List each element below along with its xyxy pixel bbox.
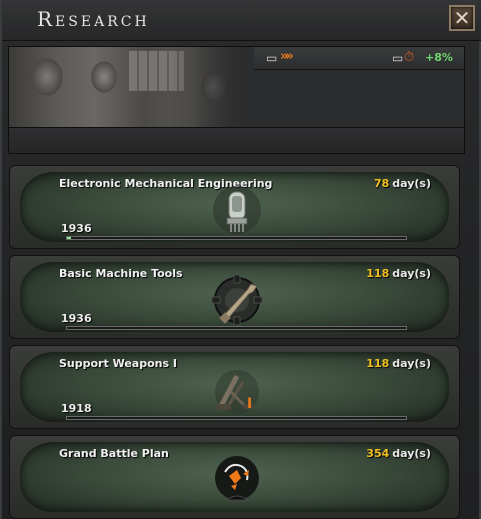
research-header-image [9, 47, 254, 127]
research-panel: Research ✕ ▭ »» ▭ ⏱ +8% Electronic Mecha… [0, 0, 481, 519]
svg-text:I: I [247, 396, 252, 412]
research-slot-name: Basic Machine Tools [59, 267, 183, 280]
research-slot-year: 1918 [61, 402, 92, 415]
title-bar: Research ✕ [2, 0, 481, 41]
research-slot-name: Support Weapons I [59, 357, 177, 370]
research-header: ▭ »» ▭ ⏱ +8% [8, 46, 465, 128]
research-slot-name: Grand Battle Plan [59, 447, 169, 460]
close-button[interactable]: ✕ [449, 5, 475, 31]
research-slot-days: 118 day(s) [366, 267, 431, 280]
research-bonus-icon[interactable]: ▭ [392, 51, 403, 65]
battle-plan-icon [206, 451, 268, 509]
research-slot-days: 78 day(s) [373, 177, 431, 190]
research-slot-year: 1936 [61, 222, 92, 235]
research-progress-fill [67, 237, 71, 239]
research-speed-icon[interactable]: ▭ [266, 51, 277, 65]
research-slot-days: 118 day(s) [366, 357, 431, 370]
research-slot-1[interactable]: Electronic Mechanical Engineering 78 day(… [9, 165, 460, 249]
research-slot-year: 1936 [61, 312, 92, 325]
close-icon: ✕ [453, 6, 471, 30]
vacuum-tube-icon [206, 181, 268, 239]
research-slot-days: 354 day(s) [366, 447, 431, 460]
research-slot-2[interactable]: Basic Machine Tools 118 day(s) 1936 [9, 255, 460, 339]
mortar-icon: I [206, 361, 268, 419]
header-sub-strip [8, 128, 465, 154]
research-slot-3[interactable]: Support Weapons I 118 day(s) 1918 I [9, 345, 460, 429]
speed-arrows-icon: »» [280, 49, 294, 64]
timer-icon: ⏱ [404, 50, 415, 65]
wrench-gear-icon [206, 271, 268, 329]
window-title: Research [37, 7, 150, 31]
research-bonus-value: +8% [425, 51, 453, 64]
research-stats-bar: ▭ »» ▭ ⏱ +8% [254, 47, 464, 70]
research-slot-4[interactable]: Grand Battle Plan 354 day(s) [9, 435, 460, 519]
